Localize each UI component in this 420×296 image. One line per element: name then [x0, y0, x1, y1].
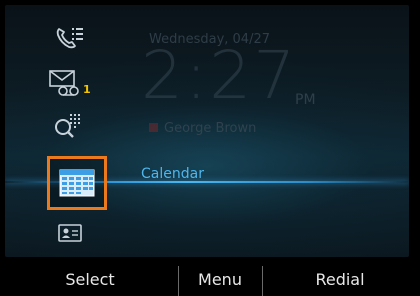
contact-entry: George Brown: [149, 121, 256, 136]
softkey-divider: [262, 266, 263, 296]
calendar-label: Calendar: [141, 166, 204, 182]
softkey-select[interactable]: Select: [30, 270, 150, 289]
nav-item-directory[interactable]: [53, 111, 83, 141]
voicemail-count-badge: 1: [83, 83, 91, 96]
softkey-divider: [178, 266, 179, 296]
calendar-icon: [59, 169, 95, 197]
nav-item-call-history[interactable]: [55, 25, 85, 51]
contact-name: George Brown: [164, 121, 257, 136]
clock-ampm: PM: [295, 92, 316, 108]
contact-card-icon: [58, 224, 82, 242]
contact-color-marker: [149, 123, 158, 132]
softkey-menu[interactable]: Menu: [182, 270, 258, 289]
clock-time: 2:27: [141, 37, 298, 114]
voicemail-icon: [49, 70, 79, 96]
softkey-redial[interactable]: Redial: [280, 270, 400, 289]
directory-search-icon: [55, 114, 80, 138]
nav-icon-column: 1: [41, 5, 111, 257]
nav-item-voicemail[interactable]: 1: [49, 69, 101, 99]
softkey-bar: Select Menu Redial: [0, 262, 420, 296]
nav-item-calendar[interactable]: [47, 156, 107, 210]
call-history-icon: [56, 28, 83, 49]
home-screen: Wednesday, 04/27 2:27 PM George Brown Ca…: [5, 5, 409, 257]
phone-display: Wednesday, 04/27 2:27 PM George Brown Ca…: [0, 0, 420, 296]
nav-item-contacts[interactable]: [57, 223, 85, 245]
